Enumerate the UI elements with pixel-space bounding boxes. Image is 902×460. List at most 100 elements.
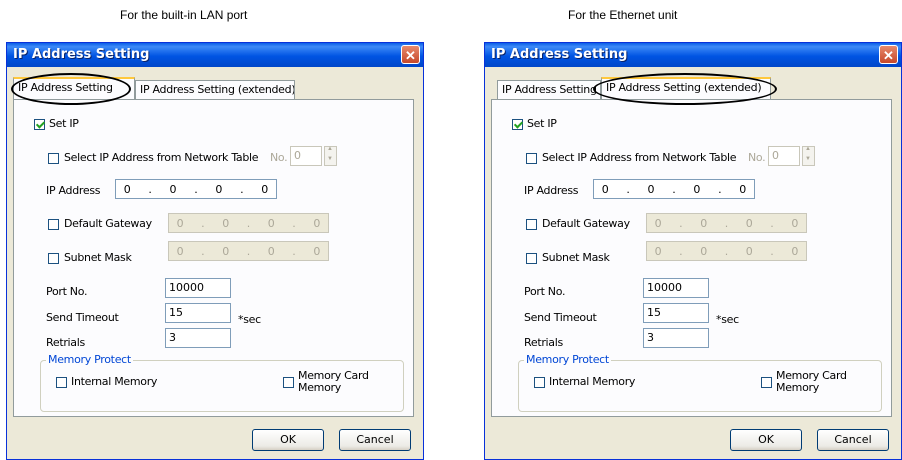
subnet-mask-label: Subnet Mask xyxy=(64,251,132,264)
cancel-button[interactable]: Cancel xyxy=(339,429,411,451)
port-no-label: Port No. xyxy=(524,285,566,298)
send-timeout-label: Send Timeout xyxy=(46,311,119,324)
ip-dot: . xyxy=(679,244,683,258)
ip-dot: . xyxy=(148,182,152,196)
port-no-input[interactable]: 10000 xyxy=(165,278,231,298)
retrials-label: Retrials xyxy=(524,336,563,349)
sm-octet-2: 0 xyxy=(222,244,230,258)
select-from-table-label: Select IP Address from Network Table xyxy=(64,151,259,164)
ip-dot: . xyxy=(201,244,205,258)
ip-dot: . xyxy=(724,216,729,230)
select-from-table-label: Select IP Address from Network Table xyxy=(542,151,737,164)
default-gateway-checkbox[interactable] xyxy=(48,219,59,230)
network-table-no-spinner[interactable] xyxy=(324,146,337,166)
highlight-ellipse-left xyxy=(11,73,131,105)
tab-ip-address-setting[interactable]: IP Address Setting xyxy=(497,80,601,99)
retrials-input[interactable]: 3 xyxy=(643,328,709,348)
internal-memory-checkbox[interactable] xyxy=(534,377,545,388)
send-timeout-unit: *sec xyxy=(238,313,261,326)
caption-left: For the built-in LAN port xyxy=(120,8,248,22)
port-no-input[interactable]: 10000 xyxy=(643,278,709,298)
send-timeout-label: Send Timeout xyxy=(524,311,597,324)
no-label: No. xyxy=(270,151,288,164)
set-ip-label: Set IP xyxy=(49,117,79,130)
default-gateway-label: Default Gateway xyxy=(542,217,630,230)
set-ip-label: Set IP xyxy=(527,117,557,130)
memory-card-label-2: Memory xyxy=(776,381,819,394)
gw-octet-1: 0 xyxy=(654,216,662,230)
subnet-mask-input[interactable]: 0. 0. 0. 0 xyxy=(646,241,807,261)
send-timeout-unit: *sec xyxy=(716,313,739,326)
tab-ip-address-setting-extended[interactable]: IP Address Setting (extended) xyxy=(135,80,295,99)
send-timeout-input[interactable]: 15 xyxy=(643,303,709,323)
gw-octet-4: 0 xyxy=(313,216,321,230)
tab-panel: Set IP Select IP Address from Network Ta… xyxy=(13,99,414,417)
subnet-mask-label: Subnet Mask xyxy=(542,251,610,264)
sm-octet-2: 0 xyxy=(700,244,708,258)
memory-protect-label: Memory Protect xyxy=(46,353,133,366)
network-table-no-input[interactable]: 0 xyxy=(290,146,322,166)
ip-dot: . xyxy=(679,216,683,230)
ip-octet-4: 0 xyxy=(739,182,747,196)
close-icon: ✕ xyxy=(883,48,894,63)
subnet-mask-checkbox[interactable] xyxy=(48,253,59,264)
ip-dot: . xyxy=(770,216,774,230)
select-from-table-checkbox[interactable] xyxy=(48,153,59,164)
ip-dot: . xyxy=(718,182,722,196)
memory-protect-label: Memory Protect xyxy=(524,353,611,366)
sm-octet-3: 0 xyxy=(745,244,753,258)
send-timeout-input[interactable]: 15 xyxy=(165,303,231,323)
ip-dot: . xyxy=(292,244,296,258)
ip-dot: . xyxy=(292,216,296,230)
ip-dot: . xyxy=(626,182,630,196)
sm-octet-4: 0 xyxy=(791,244,799,258)
memory-card-checkbox[interactable] xyxy=(761,377,772,388)
gw-octet-2: 0 xyxy=(222,216,230,230)
cancel-button[interactable]: Cancel xyxy=(817,429,889,451)
ok-button[interactable]: OK xyxy=(730,429,802,451)
ip-address-input[interactable]: 0. 0. 0. 0 xyxy=(593,179,755,199)
internal-memory-checkbox[interactable] xyxy=(56,377,67,388)
caption-right: For the Ethernet unit xyxy=(568,8,678,22)
memory-card-checkbox[interactable] xyxy=(283,377,294,388)
gw-octet-3: 0 xyxy=(745,216,753,230)
ip-octet-3: 0 xyxy=(693,182,701,196)
memory-card-label-2: Memory xyxy=(298,381,341,394)
gw-octet-2: 0 xyxy=(700,216,708,230)
title-bar: IP Address Setting ✕ xyxy=(7,43,423,67)
close-button[interactable]: ✕ xyxy=(879,45,898,64)
no-label: No. xyxy=(748,151,766,164)
set-ip-checkbox[interactable] xyxy=(512,119,523,130)
network-table-no-spinner[interactable] xyxy=(802,146,815,166)
ip-dot: . xyxy=(770,244,774,258)
set-ip-checkbox[interactable] xyxy=(34,119,45,130)
ip-dot: . xyxy=(724,244,729,258)
subnet-mask-checkbox[interactable] xyxy=(526,253,537,264)
default-gateway-input[interactable]: 0. 0. 0. 0 xyxy=(168,213,329,233)
ip-octet-4: 0 xyxy=(261,182,269,196)
retrials-input[interactable]: 3 xyxy=(165,328,231,348)
ip-octet-2: 0 xyxy=(647,182,655,196)
dialog-title: IP Address Setting xyxy=(491,47,628,62)
ip-address-input[interactable]: 0. 0. 0. 0 xyxy=(115,179,277,199)
sm-octet-1: 0 xyxy=(176,244,184,258)
ok-button[interactable]: OK xyxy=(252,429,324,451)
default-gateway-input[interactable]: 0. 0. 0. 0 xyxy=(646,213,807,233)
gw-octet-1: 0 xyxy=(176,216,184,230)
internal-memory-label: Internal Memory xyxy=(71,375,158,388)
ip-dot: . xyxy=(672,182,676,196)
gw-octet-4: 0 xyxy=(791,216,799,230)
retrials-label: Retrials xyxy=(46,336,85,349)
default-gateway-checkbox[interactable] xyxy=(526,219,537,230)
ip-address-label: IP Address xyxy=(46,184,101,197)
ip-dot: . xyxy=(246,216,251,230)
default-gateway-label: Default Gateway xyxy=(64,217,152,230)
highlight-ellipse-right xyxy=(593,73,777,105)
network-table-no-input[interactable]: 0 xyxy=(768,146,800,166)
subnet-mask-input[interactable]: 0. 0. 0. 0 xyxy=(168,241,329,261)
close-icon: ✕ xyxy=(405,48,416,63)
ip-dot: . xyxy=(246,244,251,258)
select-from-table-checkbox[interactable] xyxy=(526,153,537,164)
ip-dot: . xyxy=(194,182,198,196)
close-button[interactable]: ✕ xyxy=(401,45,420,64)
